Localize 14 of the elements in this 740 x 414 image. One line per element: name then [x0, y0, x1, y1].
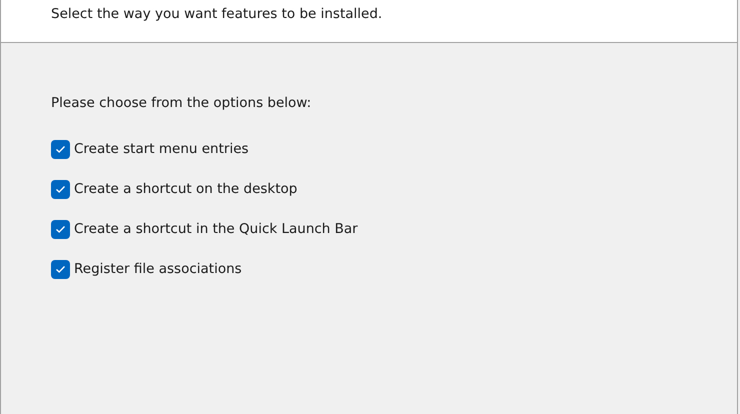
checkbox-label[interactable]: Register file associations [74, 258, 242, 280]
checkbox-label[interactable]: Create start menu entries [74, 138, 249, 160]
instruction-text: Please choose from the options below: [51, 94, 312, 113]
header-subtitle: Select the way you want features to be installed. [51, 6, 382, 22]
checkbox[interactable] [51, 140, 70, 158]
check-icon [55, 224, 66, 234]
check-icon [55, 144, 66, 154]
check-icon [55, 184, 66, 194]
checkbox[interactable] [51, 220, 70, 238]
checkbox[interactable] [51, 180, 70, 198]
checkbox[interactable] [51, 260, 70, 278]
checkbox-label[interactable]: Create a shortcut in the Quick Launch Bar [74, 218, 358, 240]
check-icon [55, 264, 66, 274]
checkbox-label[interactable]: Create a shortcut on the desktop [74, 178, 298, 200]
